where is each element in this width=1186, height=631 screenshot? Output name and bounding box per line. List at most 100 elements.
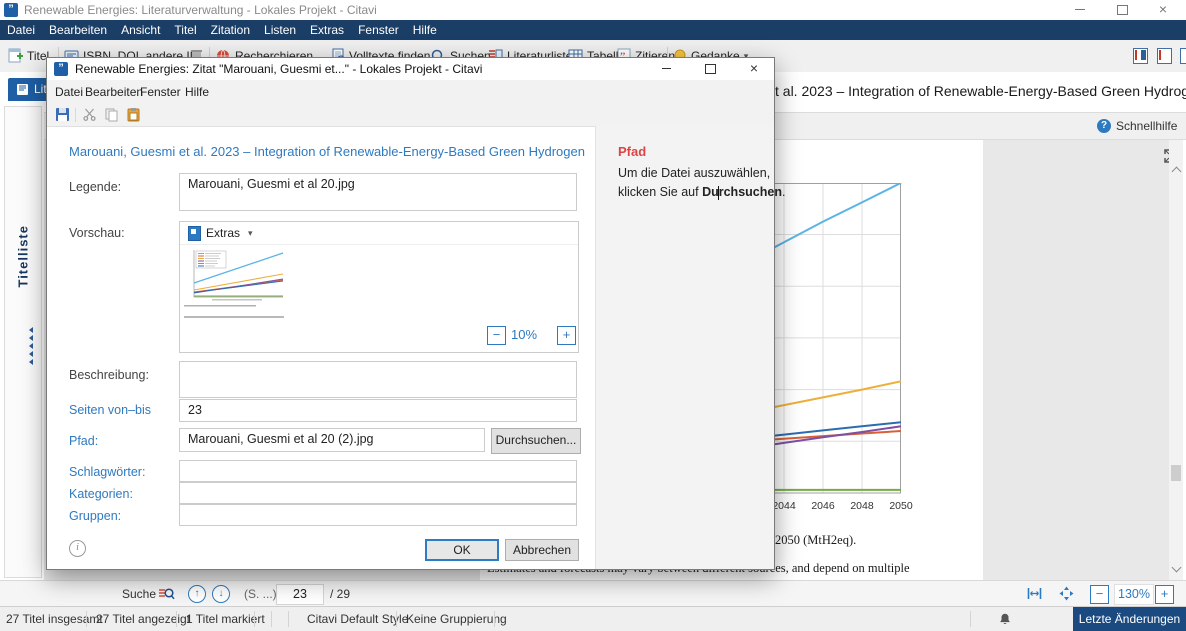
separator [396, 611, 397, 627]
dialog-menubar: Datei Bearbeiten Fenster Hilfe [47, 80, 774, 104]
statusbar: 27 Titel insgesamt 27 Titel angezeigt 1 … [0, 606, 1186, 631]
quotation-dialog: ” Renewable Energies: Zitat "Marouani, G… [46, 57, 775, 570]
notifications-button[interactable] [998, 612, 1012, 629]
page-hint: (S. ...) [244, 581, 277, 607]
dialog-menu-fenster[interactable]: Fenster [140, 80, 181, 104]
status-grouping[interactable]: Keine Gruppierung [406, 607, 507, 631]
menu-titel[interactable]: Titel [167, 20, 203, 40]
zoom-out-button[interactable]: − [1090, 585, 1109, 604]
dialog-menu-datei[interactable]: Datei [55, 80, 83, 104]
menu-bearbeiten[interactable]: Bearbeiten [42, 20, 114, 40]
layout-two-pane-button[interactable] [1157, 48, 1172, 64]
minimize-button[interactable] [1061, 0, 1099, 20]
previous-result-button[interactable]: ↑ [188, 585, 206, 603]
status-total-titles: 27 Titel insgesamt [6, 607, 103, 631]
menu-ansicht[interactable]: Ansicht [114, 20, 167, 40]
gruppen-input[interactable] [179, 504, 577, 526]
browse-button[interactable]: Durchsuchen... [491, 428, 581, 454]
svg-text:2046: 2046 [811, 500, 835, 512]
menu-listen[interactable]: Listen [257, 20, 303, 40]
toolbar-titel-button[interactable]: Titel [8, 47, 49, 65]
titelliste-collapsed-panel[interactable]: Titelliste [4, 106, 42, 578]
menu-extras[interactable]: Extras [303, 20, 351, 40]
add-title-icon [8, 48, 23, 64]
next-result-button[interactable]: ↓ [212, 585, 230, 603]
extras-dropdown[interactable]: Extras ▾ [180, 222, 578, 245]
restore-button[interactable] [1103, 0, 1141, 20]
menu-datei[interactable]: Datei [0, 20, 42, 40]
dialog-maximize-button[interactable] [696, 58, 724, 80]
dialog-menu-hilfe[interactable]: Hilfe [185, 80, 209, 104]
page-number-input[interactable]: 23 [276, 584, 324, 605]
cut-button[interactable] [82, 107, 97, 125]
kategorien-link[interactable]: Kategorien: [69, 487, 133, 501]
layout-one-pane-button[interactable] [1180, 48, 1186, 64]
restore-icon [1117, 5, 1128, 15]
reference-title: t al. 2023 – Integration of Renewable-En… [775, 83, 1186, 99]
main-menubar: DateiBearbeitenAnsichtTitelZitationListe… [0, 20, 1186, 40]
citavi-logo-icon: ” [54, 62, 68, 76]
legende-input[interactable]: Marouani, Guesmi et al 20.jpg [179, 173, 577, 211]
schlagwoerter-link[interactable]: Schlagwörter: [69, 465, 145, 479]
maximize-icon [705, 64, 716, 74]
dialog-toolbar [47, 104, 774, 127]
scrollbar-thumb[interactable] [1171, 465, 1181, 481]
dialog-menu-bearbeiten[interactable]: Bearbeiten [85, 80, 143, 104]
copy-button[interactable] [104, 107, 119, 125]
layout-three-pane-button[interactable] [1133, 48, 1148, 64]
preview-zoom-in-button[interactable]: + [557, 326, 576, 345]
fit-width-button[interactable] [1027, 586, 1042, 604]
menu-hilfe[interactable]: Hilfe [406, 20, 444, 40]
search-in-document-button[interactable] [158, 586, 175, 605]
preview-zoom-out-button[interactable]: − [487, 326, 506, 345]
ok-button[interactable]: OK [425, 539, 499, 561]
separator [288, 611, 289, 627]
save-button[interactable] [55, 107, 70, 125]
help-line1: Um die Datei auszuwählen, [618, 166, 770, 180]
menu-fenster[interactable]: Fenster [351, 20, 406, 40]
kategorien-input[interactable] [179, 482, 577, 504]
seiten-input[interactable]: 23 [179, 399, 577, 422]
beschreibung-input[interactable] [179, 361, 577, 398]
scroll-down-icon[interactable] [1172, 563, 1182, 573]
preview-thumbnail-chart[interactable] [182, 246, 294, 310]
zoom-in-button[interactable]: + [1155, 585, 1174, 604]
pfad-link[interactable]: Pfad: [69, 434, 98, 448]
splitter-handle[interactable] [29, 325, 33, 367]
vertical-scrollbar[interactable] [1169, 140, 1183, 580]
dialog-close-button[interactable]: × [740, 58, 768, 80]
dialog-minimize-button[interactable] [652, 58, 680, 80]
layout-red-stripe [1135, 50, 1137, 60]
paste-button[interactable] [126, 107, 141, 125]
cancel-button[interactable]: Abbrechen [505, 539, 579, 561]
dialog-title: Renewable Energies: Zitat "Marouani, Gue… [75, 58, 482, 80]
info-icon[interactable]: i [69, 540, 86, 557]
beschreibung-label: Beschreibung: [69, 368, 149, 382]
separator [75, 108, 76, 122]
chevron-left-icon [29, 351, 33, 357]
extras-label: Extras [206, 222, 240, 244]
separator [271, 611, 272, 627]
fit-page-button[interactable] [1059, 586, 1074, 604]
down-arrow-icon: ↓ [219, 588, 224, 599]
preview-footer-bar: Suche ↑ ↓ (S. ...) 23 / 29 − 130% + [0, 580, 1186, 607]
schlagwoerter-input[interactable] [179, 460, 577, 482]
book-icon [16, 83, 29, 96]
quick-help-link[interactable]: Schnellhilfe [1116, 113, 1177, 139]
scroll-up-icon[interactable] [1172, 167, 1182, 177]
seiten-von-bis-link[interactable]: Seiten von–bis [69, 403, 151, 417]
preview-zoom-value: 10% [511, 327, 537, 342]
gruppen-link[interactable]: Gruppen: [69, 509, 121, 523]
recent-changes-button[interactable]: Letzte Änderungen [1073, 607, 1186, 631]
legende-label: Legende: [69, 180, 121, 194]
close-button[interactable]: × [1144, 0, 1182, 20]
minus-icon: − [1096, 586, 1104, 601]
pfad-input[interactable]: Marouani, Guesmi et al 20 (2).jpg [179, 428, 485, 452]
zoom-level-input[interactable]: 130% [1114, 584, 1154, 605]
reference-link[interactable]: Marouani, Guesmi et al. 2023 – Integrati… [69, 144, 585, 159]
menu-zitation[interactable]: Zitation [204, 20, 257, 40]
caret-down-icon: ▾ [248, 222, 253, 244]
status-citation-style[interactable]: Citavi Default Style [307, 607, 408, 631]
chevron-left-icon [29, 335, 33, 341]
left-column: Titelliste [0, 106, 44, 580]
